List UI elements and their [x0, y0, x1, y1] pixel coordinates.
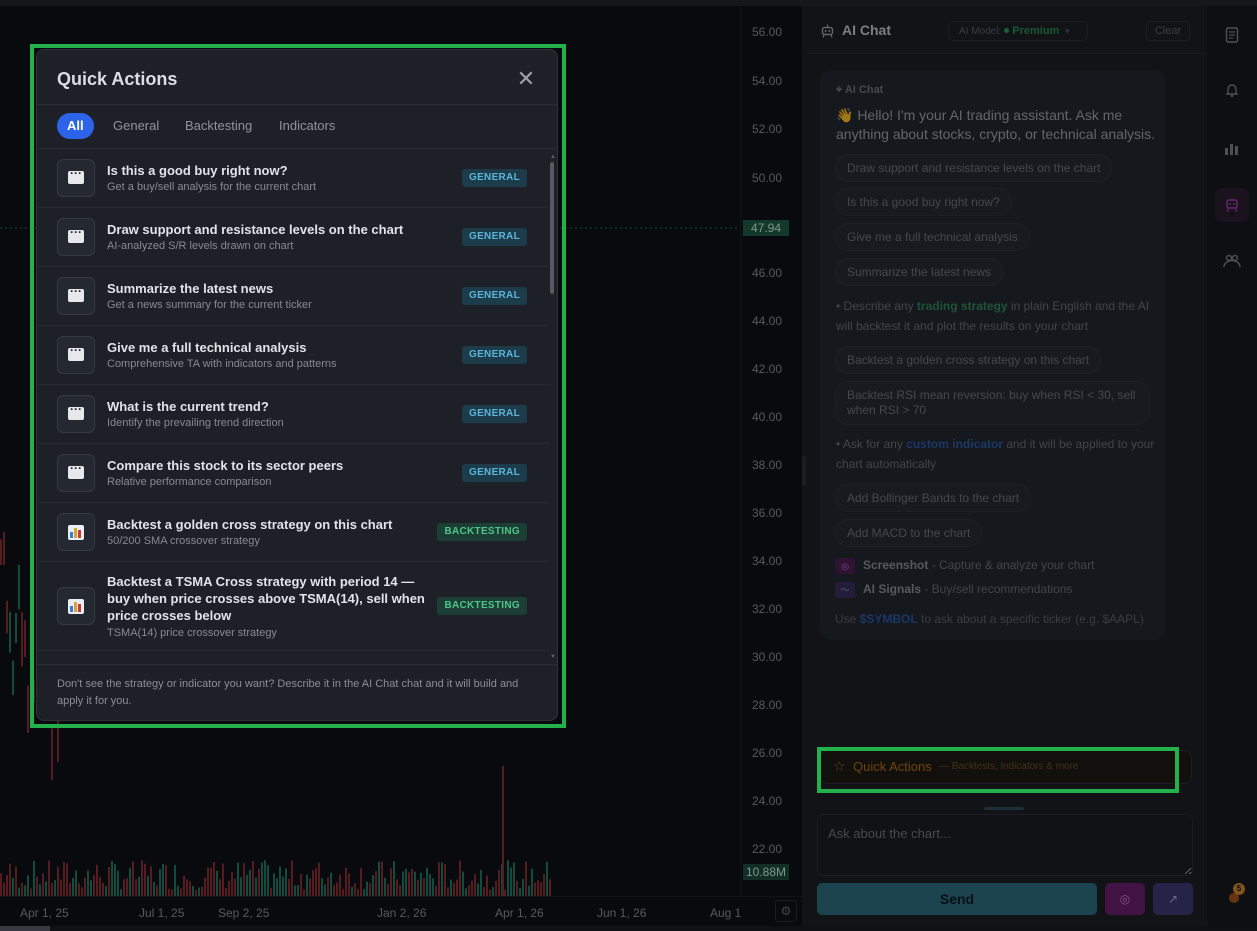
- quick-actions-modal: Quick Actions ✕ All General Backtesting …: [36, 49, 558, 721]
- item-title: Is this a good buy right now?: [107, 163, 288, 178]
- list-item[interactable]: Draw support and resistance levels on th…: [37, 208, 549, 267]
- category-badge: GENERAL: [462, 346, 527, 364]
- item-desc: Get a news summary for the current ticke…: [107, 299, 312, 311]
- list-item[interactable]: Is this a good buy right now? Get a buy/…: [37, 149, 549, 208]
- list-item[interactable]: Backtest a TSMA Cross strategy with peri…: [37, 562, 549, 651]
- bar-chart-icon: [57, 513, 95, 551]
- item-title: Draw support and resistance levels on th…: [107, 222, 404, 237]
- tab-all[interactable]: All: [57, 113, 94, 139]
- item-title: Summarize the latest news: [107, 281, 274, 296]
- item-desc: AI-analyzed S/R levels drawn on chart: [107, 240, 294, 252]
- list-item[interactable]: Backtest a golden cross strategy on this…: [37, 503, 549, 562]
- tab-indicators[interactable]: Indicators: [279, 113, 335, 139]
- item-desc: Comprehensive TA with indicators and pat…: [107, 358, 337, 370]
- item-title: Give me a full technical analysis: [107, 340, 307, 355]
- category-badge: GENERAL: [462, 464, 527, 482]
- chat-bubble-icon: [57, 336, 95, 374]
- quick-actions-list[interactable]: Is this a good buy right now? Get a buy/…: [37, 149, 557, 664]
- category-badge: GENERAL: [462, 169, 527, 187]
- item-desc: Get a buy/sell analysis for the current …: [107, 181, 317, 193]
- chat-bubble-icon: [57, 395, 95, 433]
- list-item[interactable]: What is the current trend? Identify the …: [37, 385, 549, 444]
- category-badge: GENERAL: [462, 287, 527, 305]
- scroll-down-icon[interactable]: ▼: [550, 654, 556, 660]
- category-badge: BACKTESTING: [437, 597, 527, 615]
- item-title: What is the current trend?: [107, 399, 269, 414]
- list-item[interactable]: Give me a full technical analysis Compre…: [37, 326, 549, 385]
- item-desc: 50/200 SMA crossover strategy: [107, 535, 260, 547]
- bar-chart-icon: [57, 587, 95, 625]
- category-badge: GENERAL: [462, 228, 527, 246]
- list-item[interactable]: Summarize the latest news Get a news sum…: [37, 267, 549, 326]
- divider: [37, 104, 557, 105]
- item-desc: TSMA(14) price crossover strategy: [107, 627, 277, 639]
- chat-bubble-icon: [57, 454, 95, 492]
- app-root: 56.00 54.00 52.00 50.00 46.00 44.00 42.00 40.00…: [0, 0, 1257, 931]
- modal-title: Quick Actions: [57, 69, 178, 89]
- scroll-up-icon[interactable]: ▲: [550, 154, 556, 160]
- item-title: Backtest a golden cross strategy on this…: [107, 517, 393, 532]
- list-item[interactable]: Compare this stock to its sector peers R…: [37, 444, 549, 503]
- divider: [37, 664, 557, 665]
- scrollbar-thumb[interactable]: [550, 162, 554, 294]
- chat-bubble-icon: [57, 218, 95, 256]
- modal-footer-text: Don't see the strategy or indicator you …: [57, 678, 519, 707]
- tab-backtesting[interactable]: Backtesting: [185, 113, 252, 139]
- close-icon[interactable]: ✕: [515, 68, 537, 90]
- item-desc: Relative performance comparison: [107, 476, 272, 488]
- chat-bubble-icon: [57, 277, 95, 315]
- list-scrollbar[interactable]: ▲ ▼: [549, 154, 556, 664]
- chat-bubble-icon: [57, 159, 95, 197]
- item-title: Backtest a TSMA Cross strategy with peri…: [107, 574, 425, 623]
- category-badge: BACKTESTING: [437, 523, 527, 541]
- category-badge: GENERAL: [462, 405, 527, 423]
- tab-general[interactable]: General: [113, 113, 159, 139]
- item-title: Compare this stock to its sector peers: [107, 458, 344, 473]
- item-desc: Identify the prevailing trend direction: [107, 417, 284, 429]
